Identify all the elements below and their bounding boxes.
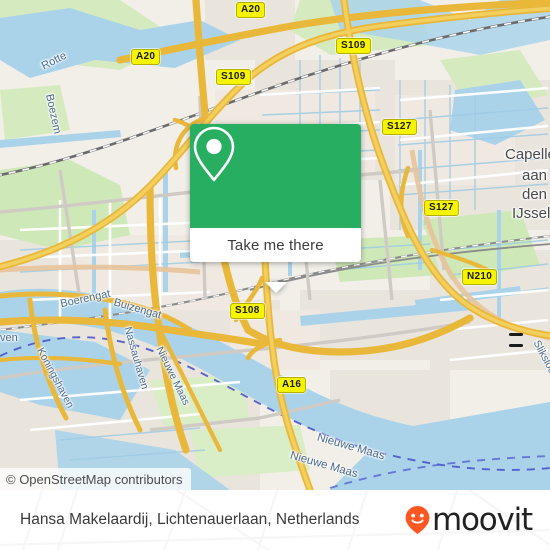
moovit-wordmark: moovit [431, 502, 533, 538]
highway-shield-n210: N210 [462, 269, 498, 285]
map-canvas[interactable]: Rotte Boezem Boerengat Buizengat Konings… [0, 0, 550, 490]
highway-shield-a16: A16 [277, 377, 307, 393]
highway-shield-a20: A20 [131, 49, 161, 65]
popup-action-area[interactable]: Take me there [190, 228, 361, 262]
osm-attribution[interactable]: © OpenStreetMap contributors [0, 468, 191, 490]
highway-shield-s109: S109 [336, 38, 371, 54]
highway-shield-s108: S108 [230, 303, 265, 319]
location-popup-card[interactable]: Take me there [190, 124, 361, 293]
highway-shield-s109: S109 [216, 69, 251, 85]
footer-bar: Hansa Makelaardij, Lichtenauerlaan, Neth… [0, 490, 550, 550]
take-me-there-label: Take me there [227, 236, 324, 254]
attribution-text: © OpenStreetMap contributors [6, 471, 183, 487]
moovit-smiling-pin-icon [405, 506, 430, 534]
map-pin-icon [193, 126, 235, 182]
highway-shield-s127: S127 [424, 200, 459, 216]
popup-icon-area [190, 124, 361, 228]
highway-shield-s127: S127 [382, 119, 417, 135]
highway-shield-a20: A20 [236, 2, 266, 18]
location-title: Hansa Makelaardij, Lichtenauerlaan, Neth… [20, 511, 360, 528]
popup-tail [264, 282, 287, 293]
moovit-logo[interactable]: moovit [404, 502, 533, 538]
footer-content: Hansa Makelaardij, Lichtenauerlaan, Neth… [0, 490, 550, 550]
moovit-map-screenshot: Rotte Boezem Boerengat Buizengat Konings… [0, 0, 550, 550]
